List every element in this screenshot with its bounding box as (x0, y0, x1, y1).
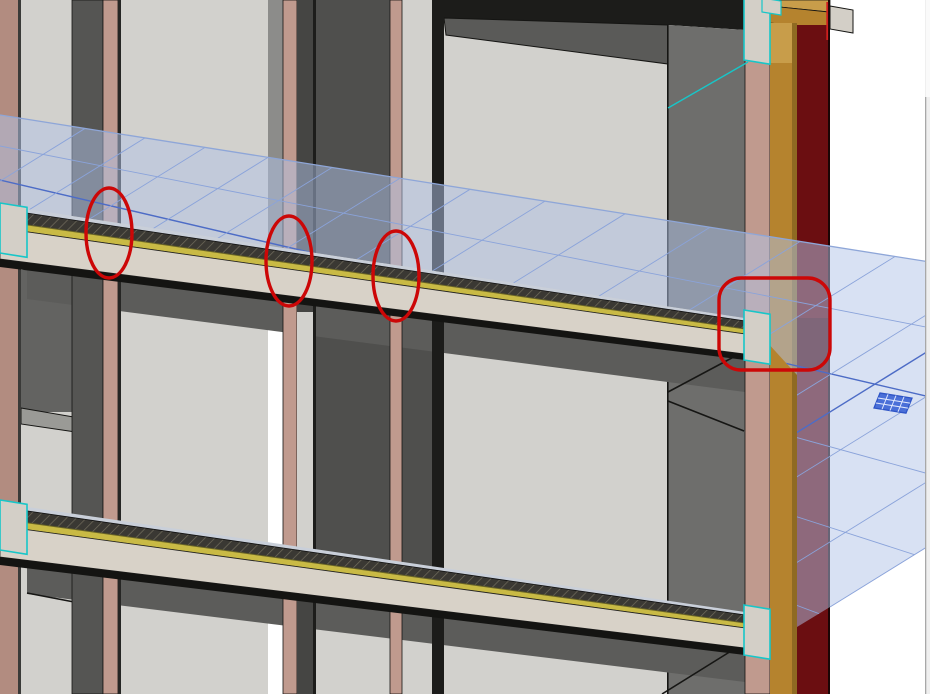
column-edge (18, 0, 21, 694)
selected-beam-endcap[interactable] (0, 203, 27, 257)
selected-beam-endcap[interactable] (0, 500, 27, 554)
parapet-cap-grey[interactable] (830, 6, 853, 33)
bim-3d-scene[interactable] (0, 0, 930, 694)
column-pink[interactable] (103, 0, 118, 694)
mullion-light-mid[interactable] (297, 312, 313, 554)
scrollbar-top (926, 0, 930, 97)
wall-opening-dark[interactable] (402, 335, 437, 577)
column-edge (118, 0, 121, 694)
cap-notch (762, 0, 781, 15)
scrollbar-vertical[interactable] (925, 0, 930, 694)
bim-3d-viewport[interactable] (0, 0, 930, 694)
column-corner[interactable] (0, 0, 18, 694)
maroon-lit-edge (826, 2, 828, 40)
scrollbar-line (925, 97, 926, 694)
selected-beam-endcap[interactable] (744, 310, 770, 364)
mullion-dark[interactable] (72, 0, 103, 694)
selected-beam-endcap[interactable] (744, 605, 770, 659)
